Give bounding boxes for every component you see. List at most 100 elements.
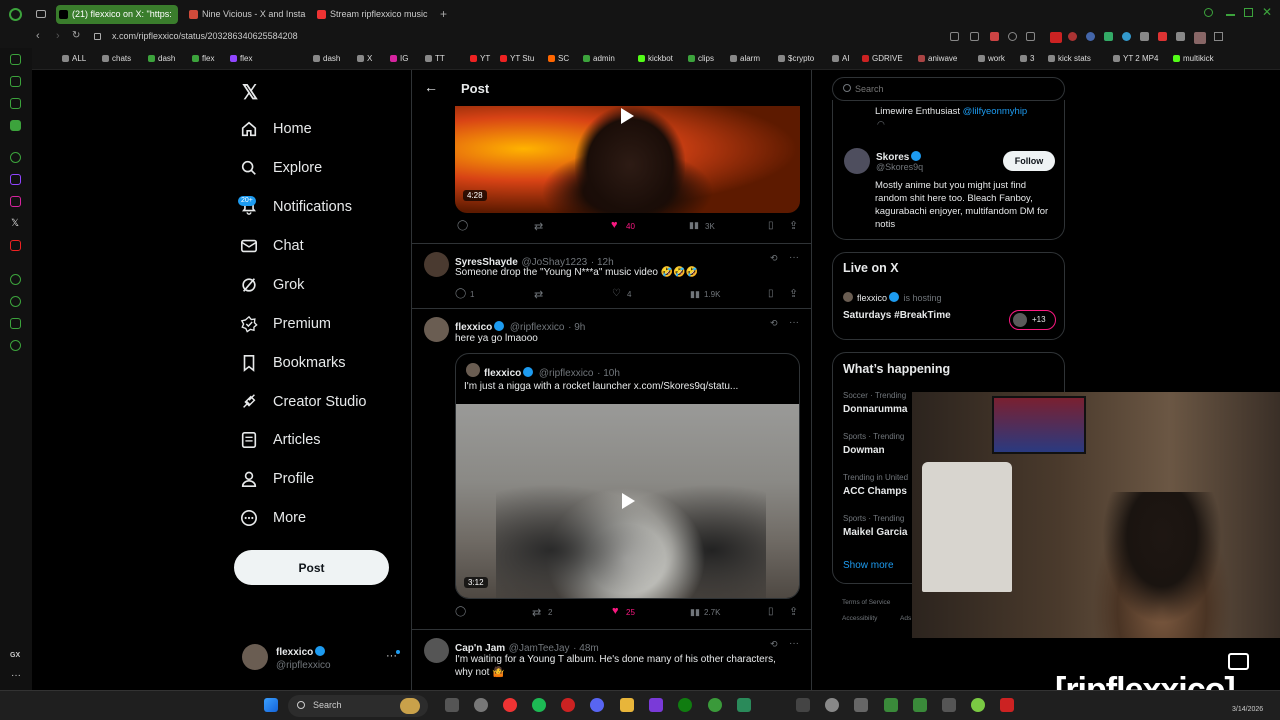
rail-edit-icon[interactable] [10,98,21,109]
search-input[interactable] [855,82,1055,96]
bookmark-icon[interactable]: ▯ [768,606,774,617]
play-icon[interactable] [622,493,635,509]
app8-icon[interactable] [913,698,927,712]
nav-item-premium[interactable]: Premium [240,309,331,339]
more-dots-icon[interactable]: ··· [789,252,799,263]
rail-x-icon[interactable]: 𝕏 [11,218,19,229]
rail-gx-icon[interactable]: GX [10,652,20,659]
rail-refresh-icon[interactable] [10,54,21,65]
bookmark-item[interactable]: $crypto [778,52,814,66]
bookmark-item[interactable]: YT 2 MP4 [1113,52,1158,66]
like-icon[interactable]: ♥ [612,605,619,617]
share-icon[interactable]: ⇪ [789,605,798,618]
url-field[interactable]: x.com/ripflexxico/status/203286340625584… [112,31,298,41]
bookmark-item[interactable]: work [978,52,1005,66]
folder-icon[interactable] [620,698,634,712]
author-name[interactable]: flexxico [455,322,492,333]
rail-box-icon[interactable] [10,318,21,329]
tab-list-icon[interactable] [36,10,46,18]
bookmark-item[interactable]: flex [192,52,214,66]
tab-active[interactable]: (21) flexxico on X: "https: [56,5,178,24]
openai-icon[interactable] [825,698,839,712]
nav-item-more[interactable]: More [240,503,306,533]
bookmark-item[interactable]: GDRIVE [862,52,903,66]
follow-handle[interactable]: @Skores9q [876,162,923,172]
close-icon[interactable]: ✕ [1262,5,1272,19]
author-handle[interactable]: @ripflexxico [510,322,565,333]
footer-terms[interactable]: Terms of Service [842,599,890,606]
tab-stream-music[interactable]: Stream ripflexxico music [314,5,434,24]
bookmark-item[interactable]: kick stats [1048,52,1091,66]
discord-icon[interactable] [590,698,604,712]
message-icon[interactable] [1228,653,1249,670]
rail-m-icon[interactable] [10,120,21,131]
browser-logo-icon[interactable] [9,8,22,21]
app10-icon[interactable] [971,698,985,712]
live-listeners[interactable]: +13 [1009,310,1056,330]
reply-icon[interactable]: ◯ [455,606,466,617]
taskview-icon[interactable] [445,698,459,712]
rail-history-icon[interactable] [10,296,21,307]
follow-button[interactable]: Follow [1003,151,1055,171]
back-arrow-icon[interactable]: ← [424,79,438,95]
bookmark-item[interactable]: alarm [730,52,760,66]
reply-tweet-2[interactable]: flexxico @ripflexxico · 9h ⟲ ··· here ya… [412,309,811,629]
back-icon[interactable]: ‹ [36,30,40,42]
bookmark-icon[interactable]: ▯ [768,288,774,299]
bookmark-item[interactable]: kickbot [638,52,673,66]
nav-item-grok[interactable]: Grok [240,270,304,300]
app11-icon[interactable] [1000,698,1014,712]
bookmark-item[interactable]: X [357,52,372,66]
tweet-time[interactable]: · 9h [568,322,585,333]
video-player-2[interactable]: 3:12 [456,404,799,598]
views-icon[interactable]: ▮▮ [690,607,700,618]
rail-clock-icon[interactable] [10,274,21,285]
footer-ads[interactable]: Ads [900,615,911,622]
x-logo-icon[interactable]: 𝕏 [242,80,258,105]
bookmark-item[interactable]: YT [470,52,490,66]
bookmark-item[interactable]: AI [832,52,850,66]
share-icon[interactable]: ⇪ [789,219,798,232]
more-dots-icon[interactable]: ··· [789,638,799,649]
bookmark-item[interactable]: SC [548,52,569,66]
app9-icon[interactable] [942,698,956,712]
reply-icon[interactable]: ◯ [455,288,466,299]
account-switcher[interactable]: flexxico @ripflexxico ··· [240,642,405,674]
app4-icon[interactable] [737,698,751,712]
bookmark-item[interactable]: clips [688,52,714,66]
more-dots-icon[interactable]: ··· [789,317,799,328]
live-host[interactable]: flexxico [857,293,887,303]
live-space-title[interactable]: Saturdays #BreakTime [843,310,951,321]
app3-icon[interactable] [708,698,722,712]
chrome-icon[interactable] [503,698,517,712]
video-player-1[interactable]: 4:28 [455,106,800,213]
play-icon[interactable] [621,108,634,124]
forward-icon[interactable]: › [56,30,60,42]
window-controls[interactable]: ✕ [1204,5,1274,20]
reload-icon[interactable]: ↻ [72,30,80,41]
bookmark-icon[interactable]: ▯ [768,220,774,231]
retweet-icon[interactable]: ⇄ [534,220,543,233]
nav-item-profile[interactable]: Profile [240,464,314,494]
avatar[interactable] [424,638,449,663]
grok-icon[interactable]: ⟲ [770,318,778,329]
nav-item-bookmarks[interactable]: Bookmarks [240,348,346,378]
bookmark-item[interactable]: chats [102,52,131,66]
rail-twitch-icon[interactable] [10,174,21,185]
nav-item-creator-studio[interactable]: Creator Studio [240,387,367,417]
quote-tweet-card[interactable]: flexxico @ripflexxico · 10h I'm just a n… [455,353,800,599]
bookmark-item[interactable]: ALL [62,52,86,66]
like-icon[interactable]: ♡ [612,288,621,299]
maximize-icon[interactable] [1244,8,1253,17]
nav-item-articles[interactable]: Articles [240,425,321,455]
rail-more-icon[interactable]: ··· [11,670,21,681]
post-button[interactable]: Post [234,550,389,585]
start-icon[interactable] [264,698,278,712]
extension-icons[interactable] [950,32,1280,44]
reply-tweet-3[interactable]: Cap'n Jam @JamTeeJay · 48m ⟲ ··· I'm wai… [412,630,811,690]
grok-icon[interactable]: ⟲ [770,253,778,264]
bookmark-item[interactable]: multikick [1173,52,1214,66]
taskbar-search[interactable]: Search [288,695,428,717]
app6-icon[interactable] [854,698,868,712]
rail-instagram-icon[interactable] [10,196,21,207]
